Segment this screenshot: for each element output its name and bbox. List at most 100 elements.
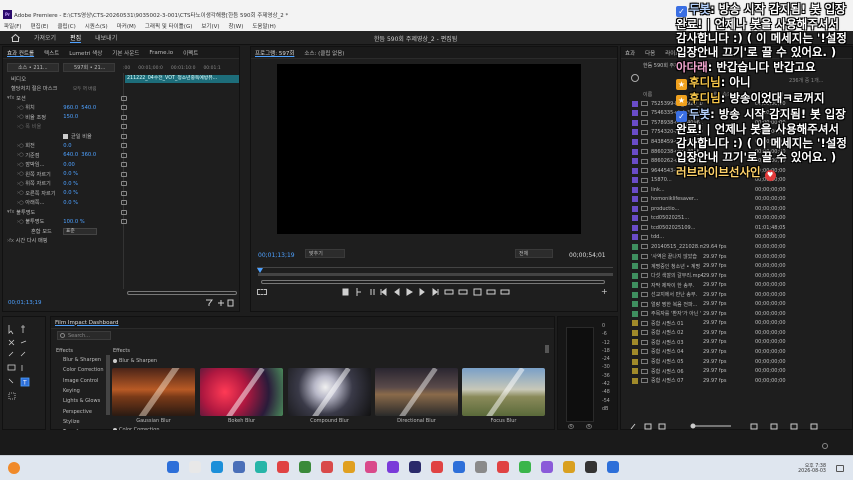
reset-icon[interactable]: [121, 124, 127, 130]
ec-row-opacity-group[interactable]: ▾fx 불투명도: [7, 208, 127, 218]
ec-row-position[interactable]: ›○ 위치 960.0 540.0: [7, 103, 127, 113]
tab-next[interactable]: 다음: [645, 49, 655, 57]
label-color-swatch[interactable]: [632, 100, 638, 107]
label-color-swatch[interactable]: [632, 291, 638, 298]
label-color-swatch[interactable]: [632, 377, 638, 384]
ec-row-flicker[interactable]: ›○ 깜박임... 0.00: [7, 160, 127, 170]
search-icon[interactable]: [631, 74, 639, 82]
add-button-icon[interactable]: +: [601, 287, 608, 296]
reset-icon[interactable]: [121, 143, 127, 149]
menu-sequence[interactable]: 시퀀스(S): [85, 22, 108, 30]
project-item[interactable]: 중합 시퀀스 07 29.97 fps 00;00;00;00: [621, 376, 851, 386]
tab-text[interactable]: 텍스트: [44, 49, 59, 57]
playhead-icon[interactable]: [257, 268, 263, 273]
taskbar-app-icon[interactable]: [497, 461, 509, 473]
tab-film-impact[interactable]: Film Impact Dashboard: [55, 320, 119, 326]
ec-value[interactable]: 0.0 %: [63, 181, 79, 187]
ec-row-mask[interactable]: 혈당처치 절은 마스크 모두 꺼 버림: [7, 84, 123, 94]
ec-row-uniform[interactable]: 균일 비율: [7, 132, 127, 142]
taskbar-app-icon[interactable]: [431, 461, 443, 473]
taskbar-app-icon[interactable]: [563, 461, 575, 473]
ec-row-scale-width[interactable]: ›○ 폭 비율: [7, 122, 127, 132]
label-color-swatch[interactable]: [632, 348, 638, 355]
tab-import[interactable]: 가져오기: [34, 33, 56, 42]
category-lights-glows[interactable]: Lights & Glows: [51, 396, 107, 406]
thumb-focus-blur[interactable]: [462, 368, 545, 416]
thumb-directional-blur[interactable]: [375, 368, 458, 416]
tab-export[interactable]: 내보내기: [95, 33, 117, 42]
fid-scrollbar[interactable]: [545, 345, 549, 353]
reset-icon[interactable]: [121, 105, 127, 111]
fit-dropdown[interactable]: 맞추기: [305, 249, 345, 258]
thumb-compound-blur[interactable]: [288, 368, 371, 416]
project-item[interactable]: 다섯 색깔의 갈무리.mp4 29.97 fps 00;00;00;00: [621, 271, 851, 281]
project-footer-icons[interactable]: [621, 423, 852, 430]
home-icon[interactable]: [11, 34, 20, 42]
label-color-swatch[interactable]: [632, 234, 638, 241]
taskbar-app-icon[interactable]: [387, 461, 399, 473]
taskbar-app-icon[interactable]: [475, 461, 487, 473]
reset-icon[interactable]: [121, 171, 127, 177]
quality-dropdown[interactable]: 전체: [515, 249, 553, 258]
taskbar-app-icon[interactable]: [321, 461, 333, 473]
ec-value[interactable]: 360.0: [81, 152, 101, 158]
category-perspective[interactable]: Perspective: [51, 406, 107, 416]
taskbar-app-icon[interactable]: [519, 461, 531, 473]
reset-icon[interactable]: [121, 95, 127, 101]
transport-controls[interactable]: [341, 287, 537, 297]
label-color-swatch[interactable]: [632, 138, 638, 145]
reset-icon[interactable]: [121, 162, 127, 168]
label-color-swatch[interactable]: [632, 243, 638, 250]
category-blur-sharpen[interactable]: Blur & Sharpen: [51, 355, 107, 365]
taskbar-app-icon[interactable]: [343, 461, 355, 473]
taskbar-app-icon[interactable]: [453, 461, 465, 473]
label-color-swatch[interactable]: [632, 158, 638, 165]
ec-row-crop-top[interactable]: ›○ 위쪽 자르기 0.0 %: [7, 179, 127, 189]
ec-value[interactable]: 540.0: [81, 105, 101, 111]
solo-left-button[interactable]: S: [568, 424, 574, 429]
project-item[interactable]: 주목자를 '환자'가 아닌 ' 29.97 fps 00;00;00;00: [621, 309, 851, 319]
tab-effects-panel[interactable]: 효과: [625, 49, 635, 57]
project-item[interactable]: 중합 시퀀스 03 29.97 fps 00;00;00;00: [621, 338, 851, 348]
label-color-swatch[interactable]: [632, 358, 638, 365]
reset-icon[interactable]: [121, 200, 127, 206]
tab-effects[interactable]: 이펙트: [183, 49, 198, 57]
label-color-swatch[interactable]: [632, 329, 638, 336]
label-color-swatch[interactable]: [632, 310, 638, 317]
ec-value[interactable]: 0.0 %: [63, 171, 79, 177]
ec-value[interactable]: 0.0 %: [63, 190, 79, 196]
program-video-frame[interactable]: [277, 64, 581, 234]
project-item[interactable]: 중합 시퀀스 02 29.97 fps 00;00;00;00: [621, 328, 851, 338]
solo-right-button[interactable]: S: [586, 424, 592, 429]
ec-row-crop-right[interactable]: ›○ 오른쪽 자르기 0.0 %: [7, 189, 127, 199]
sequence-dropdown[interactable]: 597회 • 21...: [63, 63, 115, 72]
reset-icon[interactable]: [121, 133, 127, 139]
label-color-swatch[interactable]: [632, 119, 638, 126]
category-scrollbar[interactable]: [106, 355, 110, 415]
tool-icons[interactable]: T: [6, 323, 46, 413]
project-item[interactable]: 자막 제작이 한 송부. 29.97 fps 00;00;00;00: [621, 280, 851, 290]
label-color-swatch[interactable]: [632, 148, 638, 155]
tab-program[interactable]: 프로그램: 597회: [255, 49, 294, 57]
label-color-swatch[interactable]: [632, 177, 638, 184]
checkbox-icon[interactable]: [63, 133, 68, 139]
taskbar-app-icon[interactable]: [233, 461, 245, 473]
label-color-swatch[interactable]: [632, 215, 638, 222]
fid-search-input[interactable]: Search...: [57, 331, 111, 340]
notifications-icon[interactable]: [836, 465, 844, 472]
ec-row-blend[interactable]: 혼합 모드 표준: [7, 227, 123, 237]
project-item[interactable]: 중합 시퀀스 01 29.97 fps 00;00;00;00: [621, 319, 851, 329]
project-item[interactable]: 선교지에서 만난 송부. 29.97 fps 00;00;00;00: [621, 290, 851, 300]
tab-frameio[interactable]: Frame.io: [149, 50, 173, 56]
notification-icon[interactable]: [822, 443, 828, 449]
project-item[interactable]: 중합 시퀀스 05 29.97 fps 00;00;00;00: [621, 357, 851, 367]
ec-row-anchor[interactable]: ›○ 기준점 640.0 360.0: [7, 151, 127, 161]
reset-icon[interactable]: [121, 152, 127, 158]
reset-icon[interactable]: [121, 209, 127, 215]
thumb-bokeh-blur[interactable]: [200, 368, 283, 416]
ec-row-scale[interactable]: ›○ 비율 조정 150.0: [7, 113, 127, 123]
program-zoom-bar[interactable]: [261, 280, 605, 284]
reset-icon[interactable]: [121, 181, 127, 187]
label-color-swatch[interactable]: [632, 110, 638, 117]
menu-marker[interactable]: 마커(M): [117, 22, 136, 30]
